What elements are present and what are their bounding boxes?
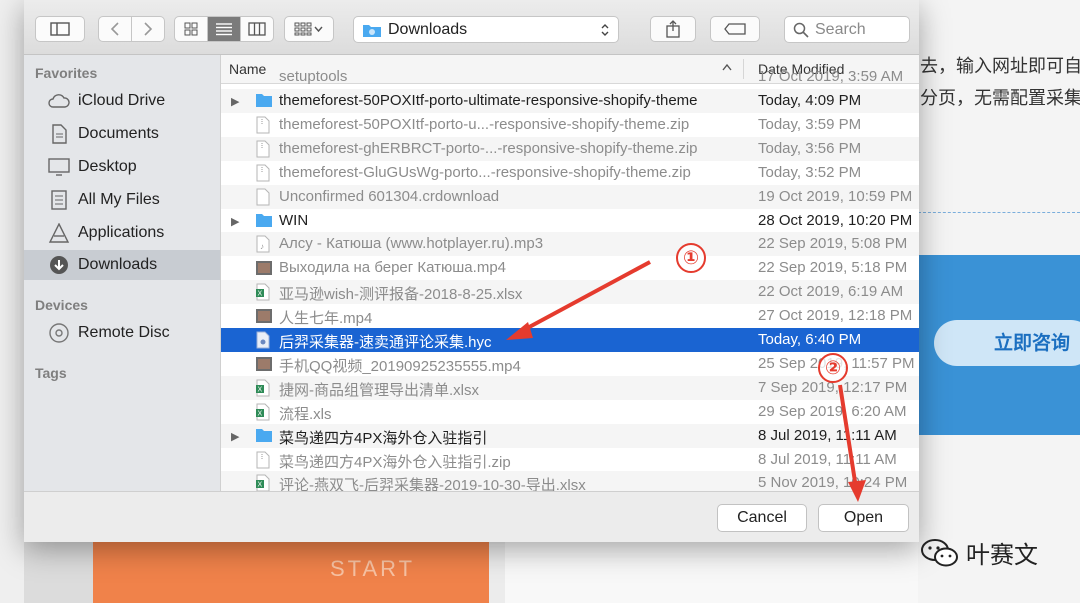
watermark-text: 叶赛文 <box>966 541 1038 569</box>
wechat-icon <box>921 538 958 566</box>
annotation-marker-1: ① <box>676 243 706 273</box>
annotation-arrowhead-2 <box>848 480 866 502</box>
watermark: 叶赛文 <box>920 535 1038 570</box>
annotation-arrow-2 <box>838 384 858 489</box>
annotation-arrowhead-1 <box>506 322 533 340</box>
annotation-arrows <box>506 260 866 502</box>
annotation-marker-2: ② <box>818 353 848 383</box>
annotation-arrow-1 <box>519 260 651 334</box>
